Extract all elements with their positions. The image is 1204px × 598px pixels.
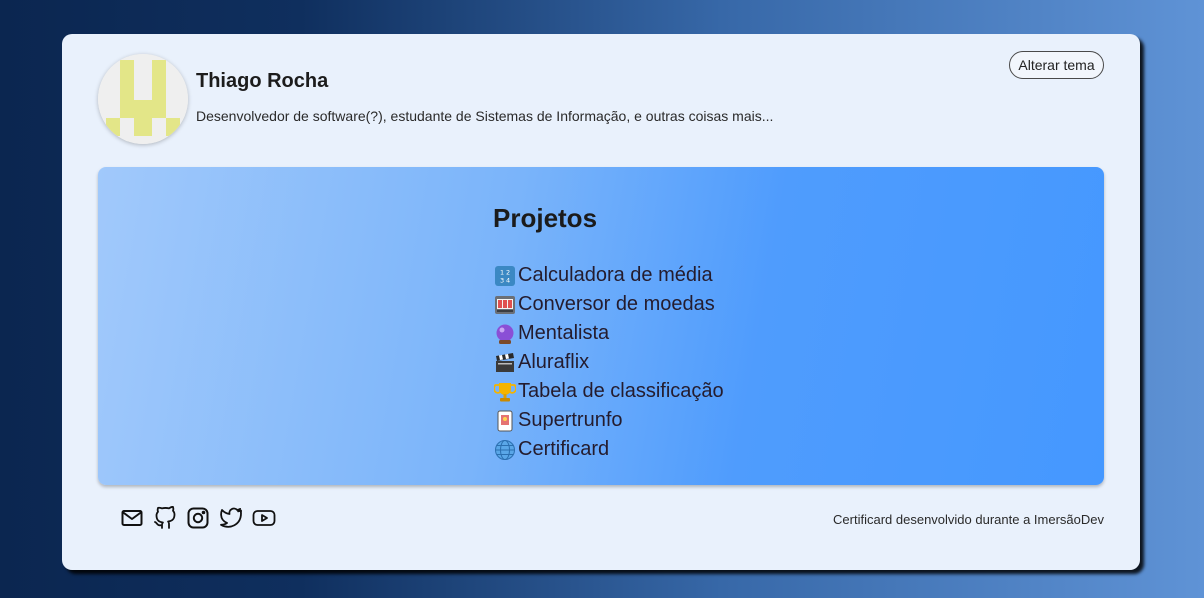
list-item: Conversor de moedas: [494, 290, 724, 319]
list-item: 1 2 3 4 Calculadora de média: [494, 261, 724, 290]
pixel-avatar-icon: [98, 54, 188, 144]
clapper-icon: [494, 352, 516, 374]
project-label: Supertrunfo: [518, 409, 623, 431]
project-label: Aluraflix: [518, 351, 590, 373]
profile-name: Thiago Rocha: [196, 70, 329, 92]
project-label: Mentalista: [518, 322, 610, 344]
github-icon[interactable]: [153, 505, 177, 530]
slot-machine-icon: [494, 294, 516, 316]
list-item: Mentalista: [494, 319, 724, 348]
list-item: Supertrunfo: [494, 406, 724, 435]
twitter-icon[interactable]: [219, 506, 243, 530]
svg-text:4: 4: [506, 276, 510, 284]
numbers-icon: 1 2 3 4: [494, 265, 516, 287]
project-label: Tabela de classificação: [518, 380, 724, 402]
project-link-calculadora[interactable]: 1 2 3 4 Calculadora de média: [494, 264, 713, 287]
footer-text: Certificard desenvolvido durante a Imers…: [833, 512, 1104, 527]
instagram-icon[interactable]: [186, 506, 210, 530]
project-label: Conversor de moedas: [518, 293, 715, 315]
projects-title: Projetos: [493, 203, 598, 233]
list-item: Aluraflix: [494, 348, 724, 377]
avatar: [98, 54, 188, 144]
project-link-tabela[interactable]: Tabela de classificação: [494, 380, 724, 403]
youtube-icon[interactable]: [252, 506, 276, 530]
trophy-icon: [494, 381, 516, 403]
project-label: Certificard: [518, 438, 610, 460]
list-item: Tabela de classificação: [494, 377, 724, 406]
project-link-certificard[interactable]: Certificard: [494, 438, 609, 461]
list-item: Certificard: [494, 435, 724, 464]
profile-card: Thiago Rocha Desenvolvedor de software(?…: [62, 34, 1140, 570]
profile-bio: Desenvolvedor de software(?), estudante …: [196, 108, 774, 124]
project-link-supertrunfo[interactable]: Supertrunfo: [494, 409, 623, 432]
project-link-aluraflix[interactable]: Aluraflix: [494, 351, 589, 374]
change-theme-button[interactable]: Alterar tema: [1009, 51, 1104, 79]
svg-text:3: 3: [500, 276, 504, 284]
svg-text:1: 1: [500, 268, 504, 276]
projects-section: Projetos 1 2 3 4 Calculadora de média Co…: [98, 167, 1104, 485]
project-label: Calculadora de média: [518, 264, 713, 286]
playing-card-icon: [494, 410, 516, 432]
mail-icon[interactable]: [120, 506, 144, 530]
project-list: 1 2 3 4 Calculadora de média Conversor d…: [494, 261, 724, 464]
social-links: [120, 505, 276, 530]
crystal-ball-icon: [494, 323, 516, 345]
globe-icon: [494, 439, 516, 461]
svg-text:2: 2: [506, 268, 510, 276]
project-link-mentalista[interactable]: Mentalista: [494, 322, 609, 345]
project-link-conversor[interactable]: Conversor de moedas: [494, 293, 715, 316]
